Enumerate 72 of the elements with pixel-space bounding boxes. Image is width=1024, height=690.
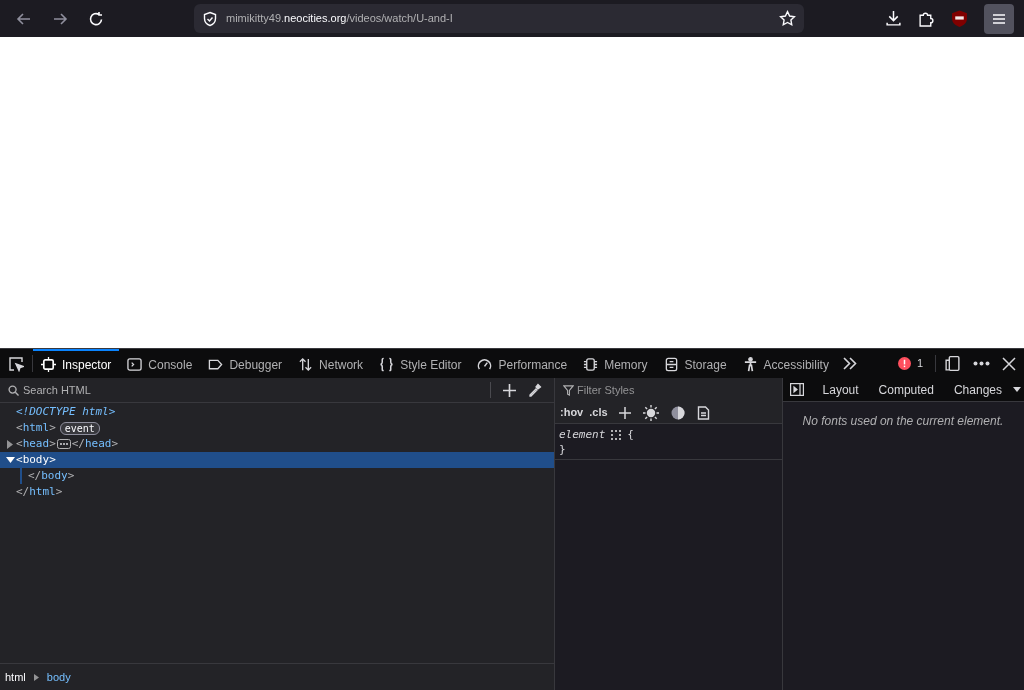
- pseudo-class-toggle[interactable]: :hov: [560, 404, 584, 421]
- forward-icon[interactable]: [52, 10, 68, 27]
- network-icon: [298, 357, 314, 372]
- pseudo-class-toggle[interactable]: .cls: [589, 404, 608, 421]
- tag-text: <html>: [16, 419, 56, 436]
- tag-text: <body>: [16, 451, 56, 468]
- more-options-icon[interactable]: [973, 361, 990, 366]
- menu-icon[interactable]: [984, 3, 1014, 34]
- inspector-icon: [41, 357, 56, 372]
- markup-node-row[interactable]: <body>: [0, 452, 554, 468]
- devtools-tab[interactable]: Performance: [469, 349, 576, 378]
- chevron-right-icon: [33, 673, 39, 681]
- open-brace: {: [627, 427, 634, 442]
- debugger-icon: [208, 357, 224, 372]
- collapsed-triangle-icon[interactable]: [7, 439, 13, 449]
- document-icon[interactable]: [696, 405, 710, 420]
- sidebar-tab[interactable]: Changes: [945, 380, 1010, 399]
- close-icon[interactable]: [1002, 356, 1016, 371]
- error-icon[interactable]: [897, 357, 911, 370]
- puzzle-piece-icon[interactable]: [918, 10, 935, 27]
- shield-extension-icon[interactable]: [951, 10, 968, 27]
- devtools-tab[interactable]: Memory: [575, 349, 656, 378]
- storage-icon: [663, 357, 679, 372]
- bookmark-star-icon[interactable]: [779, 10, 796, 27]
- url-text: mimikitty49.neocities.org/videos/watch/U-and-I: [226, 11, 453, 27]
- chevrons-right-icon[interactable]: [842, 357, 857, 370]
- devtools-tab[interactable]: Network: [290, 349, 372, 378]
- accessibility-icon: [742, 357, 758, 372]
- tag-text: <head>: [16, 435, 56, 452]
- performance-icon: [477, 357, 493, 372]
- empty-fonts-message: No fonts used on the current element.: [802, 414, 1004, 428]
- console-icon: [127, 357, 143, 372]
- reload-icon[interactable]: [88, 10, 104, 27]
- expanded-triangle-icon[interactable]: [5, 457, 15, 463]
- grid-dots-icon[interactable]: [611, 429, 622, 440]
- breadcrumb[interactable]: html: [5, 668, 26, 686]
- breadcrumb[interactable]: body: [46, 668, 71, 686]
- devtools-tab[interactable]: Console: [119, 349, 201, 378]
- event-badge[interactable]: event: [59, 421, 100, 435]
- rule-selector: element: [559, 427, 606, 442]
- sidebar-tab[interactable]: Computed: [870, 380, 942, 399]
- responsive-design-icon[interactable]: [944, 355, 961, 372]
- eyedropper-icon[interactable]: [528, 383, 542, 397]
- devtools-tab[interactable]: Accessibility: [734, 349, 837, 378]
- error-count: 1: [916, 356, 923, 372]
- markup-node-row[interactable]: <head> </head>: [0, 436, 554, 452]
- dropdown-caret-icon[interactable]: [1013, 387, 1021, 392]
- ellipsis-icon[interactable]: [56, 439, 71, 449]
- element-picker-icon[interactable]: [8, 355, 24, 372]
- address-bar[interactable]: mimikitty49.neocities.org/videos/watch/U-and-I: [194, 4, 804, 33]
- filter-field[interactable]: Filter Styles: [555, 378, 782, 402]
- tag-text: </head>: [71, 435, 119, 452]
- add-node-icon[interactable]: [503, 383, 516, 397]
- back-icon[interactable]: [16, 10, 32, 27]
- tag-text: </body>: [28, 467, 75, 484]
- shield-icon[interactable]: [202, 10, 218, 27]
- devtools-tab[interactable]: Style Editor: [371, 349, 470, 378]
- download-icon[interactable]: [885, 10, 902, 27]
- memory-icon: [583, 357, 599, 372]
- devtools-tab[interactable]: Debugger: [200, 349, 291, 378]
- doctype-text: <!DOCTYPE html>: [16, 403, 116, 420]
- sidebar-tab[interactable]: Layout: [814, 380, 867, 399]
- contrast-icon[interactable]: [670, 405, 685, 420]
- sidebar-toggle-icon[interactable]: [789, 383, 804, 396]
- close-brace: }: [559, 443, 566, 456]
- devtools-tab[interactable]: Storage: [655, 349, 735, 378]
- search-icon: [8, 384, 19, 396]
- add-rule-icon[interactable]: [618, 406, 631, 419]
- sun-icon[interactable]: [642, 404, 659, 421]
- style-icon: [379, 357, 395, 372]
- tag-text: </html>: [16, 483, 63, 500]
- search-field[interactable]: Search HTML: [23, 381, 482, 399]
